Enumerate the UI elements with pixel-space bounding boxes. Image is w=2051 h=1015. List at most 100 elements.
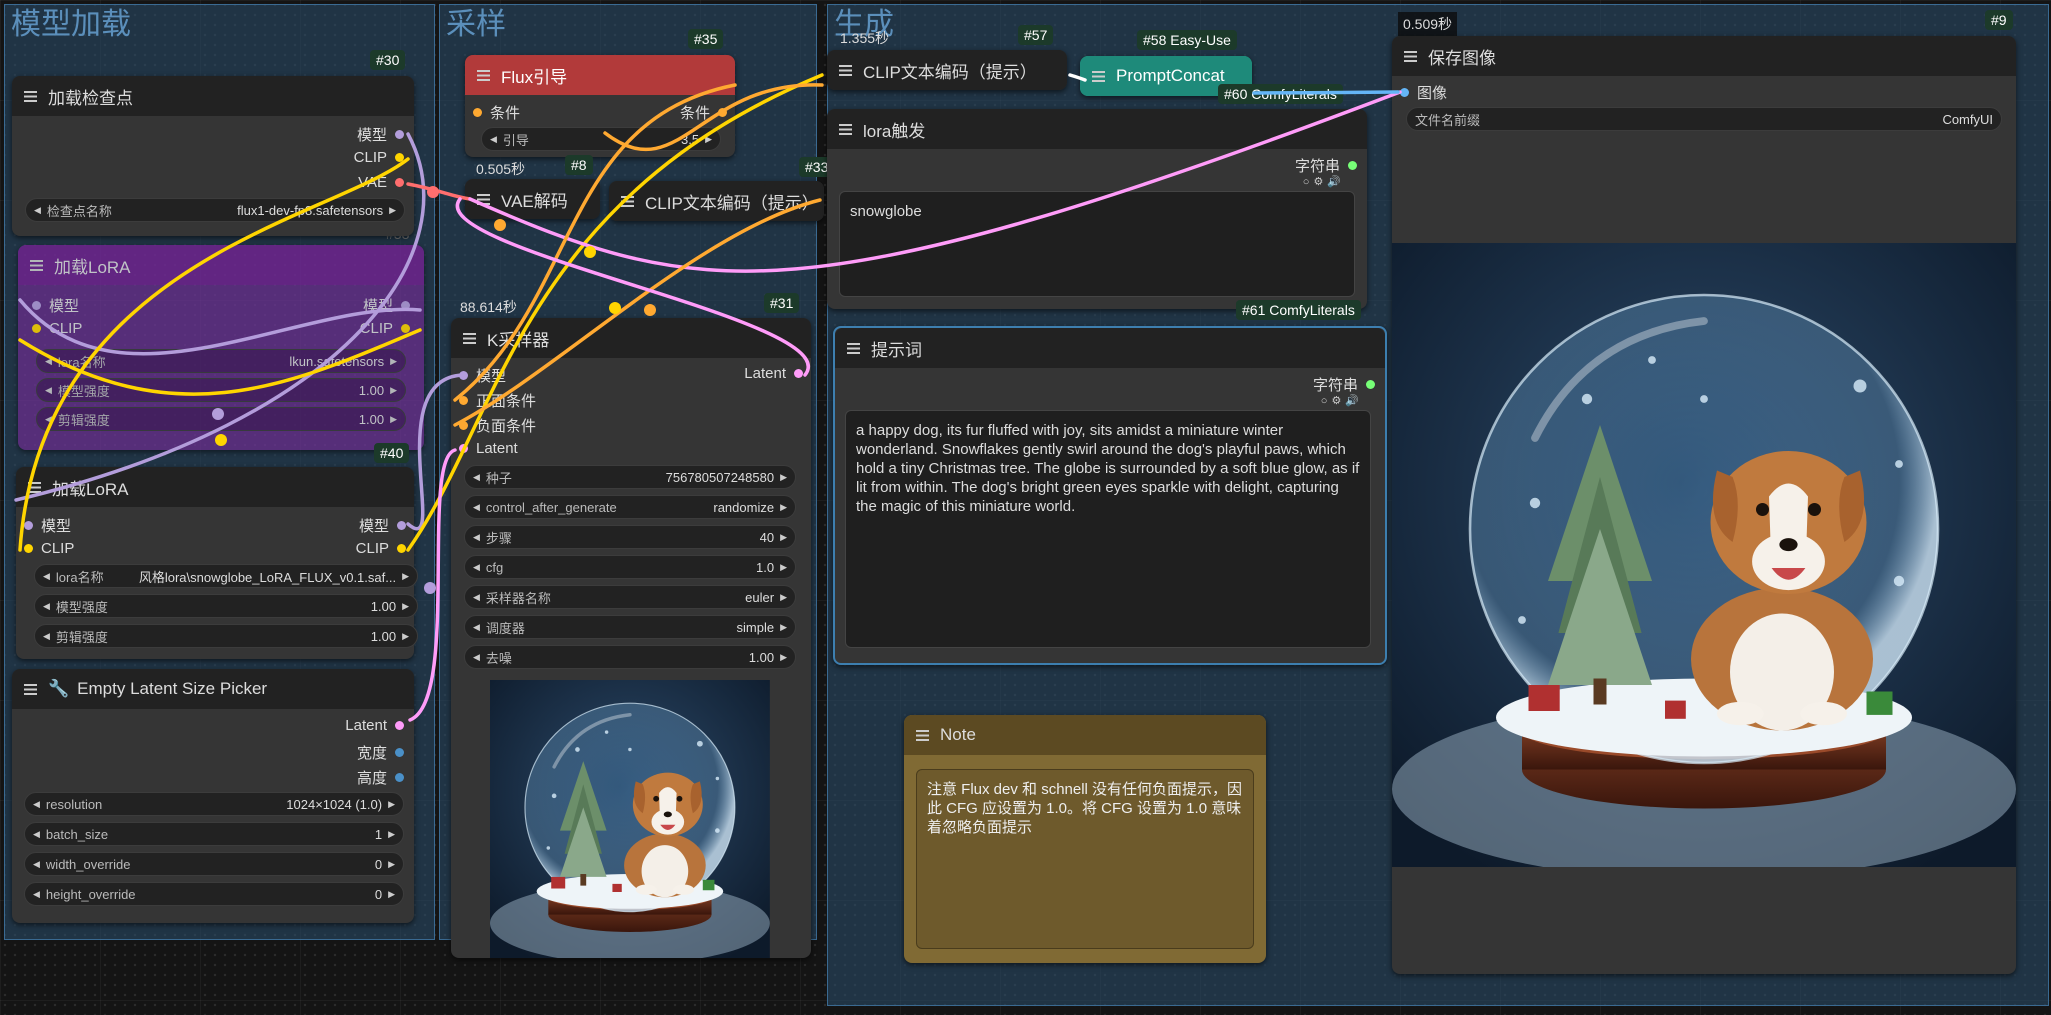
guidance-widget[interactable]: ◀ 引导 3.5 ▶ — [481, 127, 721, 151]
node-title: K采样器 — [487, 330, 550, 350]
menu-icon[interactable] — [916, 729, 929, 741]
node-id-badge: #58 Easy-Use — [1137, 30, 1237, 50]
node-title: 加载检查点 — [48, 88, 133, 108]
menu-icon[interactable] — [621, 195, 634, 207]
output-model[interactable]: 模型 — [363, 295, 418, 316]
wrench-icon: 🔧 — [48, 679, 70, 698]
output-string[interactable]: 字符串 — [1313, 374, 1383, 395]
lora-trigger-string-node[interactable]: lora触发 字符串 ○⚙🔊 snowglobe — [827, 109, 1367, 309]
empty-latent-size-picker-node[interactable]: 🔧 Empty Latent Size Picker Latent 宽度 高度 ◀… — [12, 669, 414, 923]
widget-status-icons[interactable]: ○⚙🔊 — [1321, 394, 1363, 407]
note-text[interactable]: 注意 Flux dev 和 schnell 没有任何负面提示，因此 CFG 应设… — [916, 769, 1254, 949]
lora-loader-node-bypassed[interactable]: 加载LoRA 模型 模型 CLIP CLIP ◀ lora名称 lkun.safet… — [18, 245, 424, 450]
node-title: 加载LoRA — [54, 257, 131, 277]
checkpoint-name-widget[interactable]: ◀ 检查点名称 flux1-dev-fp8.safetensors ▶ — [25, 198, 405, 222]
clip-strength-widget[interactable]: ◀ 剪辑强度 1.00 ▶ — [34, 624, 418, 648]
output-string[interactable]: 字符串 — [1295, 155, 1365, 176]
node-title: CLIP文本编码（提示） — [645, 193, 819, 213]
width-override-widget[interactable]: ◀ width_override 0 ▶ — [24, 852, 404, 876]
output-latent[interactable]: Latent — [345, 717, 412, 734]
input-positive[interactable]: 正面条件 — [451, 390, 536, 411]
node-title: Note — [940, 725, 976, 744]
k-sampler-node[interactable]: K采样器 模型 Latent 正面条件 负面条件 Latent ◀ 种子 75678… — [451, 318, 811, 958]
note-node[interactable]: Note 注意 Flux dev 和 schnell 没有任何负面提示，因此 C… — [904, 715, 1266, 963]
output-model[interactable]: 模型 — [357, 124, 412, 145]
lora-name-widget[interactable]: ◀ lora名称 风格lora\snowglobe_LoRA_FLUX_v0.1.s… — [34, 564, 418, 588]
prompt-text[interactable]: a happy dog, its fur fluffed with joy, s… — [845, 410, 1371, 648]
snowglobe-dog-image — [1392, 243, 2016, 867]
node-title: PromptConcat — [1116, 66, 1225, 85]
group-title: 模型加载 — [11, 8, 131, 41]
output-vae[interactable]: VAE — [358, 174, 412, 191]
prompt-string-node[interactable]: 提示词 字符串 ○⚙🔊 a happy dog, its fur fluffed… — [833, 326, 1387, 665]
execution-time: 0.505秒 — [476, 161, 526, 177]
output-conditioning[interactable]: 条件 — [680, 102, 735, 123]
input-model[interactable]: 模型 — [451, 365, 506, 386]
menu-icon[interactable] — [463, 332, 476, 344]
node-title: VAE解码 — [501, 191, 568, 211]
output-latent[interactable]: Latent — [744, 365, 811, 382]
menu-icon[interactable] — [847, 342, 860, 354]
workflow-canvas[interactable]: 模型加载 采样 生成 加载LoRA 模型 模型 CLIP CLIP ◀ lora名… — [0, 0, 2051, 1015]
node-title: Empty Latent Size Picker — [77, 679, 268, 698]
clip-text-encode-negative-node[interactable]: CLIP文本编码（提示） — [609, 181, 824, 221]
menu-icon[interactable] — [839, 123, 852, 135]
menu-icon[interactable] — [24, 90, 37, 102]
seed-widget[interactable]: ◀ 种子 756780507248580 ▶ — [464, 465, 796, 489]
input-model[interactable]: 模型 — [24, 295, 79, 316]
sampler-name-widget[interactable]: ◀ 采样器名称 euler ▶ — [464, 585, 796, 609]
output-image — [1392, 243, 2016, 867]
checkpoint-loader-node[interactable]: 加载检查点 模型 CLIP VAE ◀ 检查点名称 flux1-dev-fp8.sa… — [12, 76, 414, 236]
menu-icon[interactable] — [477, 193, 490, 205]
flux-guidance-node[interactable]: Flux引导 条件 条件 ◀ 引导 3.5 ▶ — [465, 55, 735, 157]
node-id-badge: #9 — [1985, 10, 2013, 30]
clip-text-encode-positive-node[interactable]: CLIP文本编码（提示） — [827, 50, 1067, 90]
batch-size-widget[interactable]: ◀ batch_size 1 ▶ — [24, 822, 404, 846]
steps-widget[interactable]: ◀ 步骤 40 ▶ — [464, 525, 796, 549]
output-width[interactable]: 宽度 — [357, 742, 412, 763]
output-clip[interactable]: CLIP — [356, 540, 414, 557]
vae-decode-node[interactable]: VAE解码 — [465, 179, 600, 219]
menu-icon[interactable] — [1404, 50, 1417, 62]
input-clip[interactable]: CLIP — [16, 540, 74, 557]
lora-loader-node[interactable]: 加载LoRA 模型 模型 CLIP CLIP ◀ lora名称 风格lora\sno… — [16, 467, 418, 659]
menu-icon[interactable] — [1092, 70, 1105, 82]
lora-name-widget[interactable]: ◀ lora名称 lkun.safetensors ▶ — [36, 349, 406, 373]
cfg-widget[interactable]: ◀ cfg 1.0 ▶ — [464, 555, 796, 579]
height-override-widget[interactable]: ◀ height_override 0 ▶ — [24, 882, 404, 906]
denoise-widget[interactable]: ◀ 去噪 1.00 ▶ — [464, 645, 796, 669]
clip-strength-widget[interactable]: ◀ 剪辑强度 1.00 ▶ — [36, 407, 406, 431]
output-clip[interactable]: CLIP — [354, 149, 412, 166]
menu-icon[interactable] — [477, 69, 490, 81]
menu-icon[interactable] — [839, 64, 852, 76]
menu-icon[interactable] — [30, 259, 43, 271]
node-title: 提示词 — [871, 340, 922, 360]
node-id-badge: #57 — [1018, 25, 1054, 45]
input-clip[interactable]: CLIP — [24, 320, 82, 337]
input-latent[interactable]: Latent — [451, 440, 518, 457]
save-image-node[interactable]: 保存图像 图像 文件名前缀 ComfyUI — [1392, 36, 2016, 974]
latent-preview-image — [490, 680, 770, 958]
scheduler-widget[interactable]: ◀ 调度器 simple ▶ — [464, 615, 796, 639]
output-height[interactable]: 高度 — [357, 767, 412, 788]
input-model[interactable]: 模型 — [16, 515, 71, 536]
node-id-badge: #40 — [374, 443, 410, 463]
node-id-badge: #30 — [370, 50, 406, 70]
lora-trigger-text[interactable]: snowglobe — [839, 191, 1355, 297]
model-strength-widget[interactable]: ◀ 模型强度 1.00 ▶ — [34, 594, 418, 618]
node-id-badge: #35 — [688, 29, 724, 49]
filename-prefix-widget[interactable]: 文件名前缀 ComfyUI — [1406, 107, 2002, 131]
input-conditioning[interactable]: 条件 — [465, 102, 520, 123]
execution-time: 88.614秒 — [460, 299, 517, 315]
node-title: 保存图像 — [1428, 48, 1496, 68]
widget-status-icons[interactable]: ○⚙🔊 — [1303, 175, 1345, 188]
input-negative[interactable]: 负面条件 — [451, 415, 536, 436]
control-after-generate-widget[interactable]: ◀ control_after_generate randomize ▶ — [464, 495, 796, 519]
output-clip[interactable]: CLIP — [360, 320, 418, 337]
input-image[interactable]: 图像 — [1392, 82, 1447, 103]
model-strength-widget[interactable]: ◀ 模型强度 1.00 ▶ — [36, 378, 406, 402]
menu-icon[interactable] — [24, 683, 37, 695]
output-model[interactable]: 模型 — [359, 515, 414, 536]
menu-icon[interactable] — [28, 481, 41, 493]
resolution-widget[interactable]: ◀ resolution 1024×1024 (1.0) ▶ — [24, 792, 404, 816]
